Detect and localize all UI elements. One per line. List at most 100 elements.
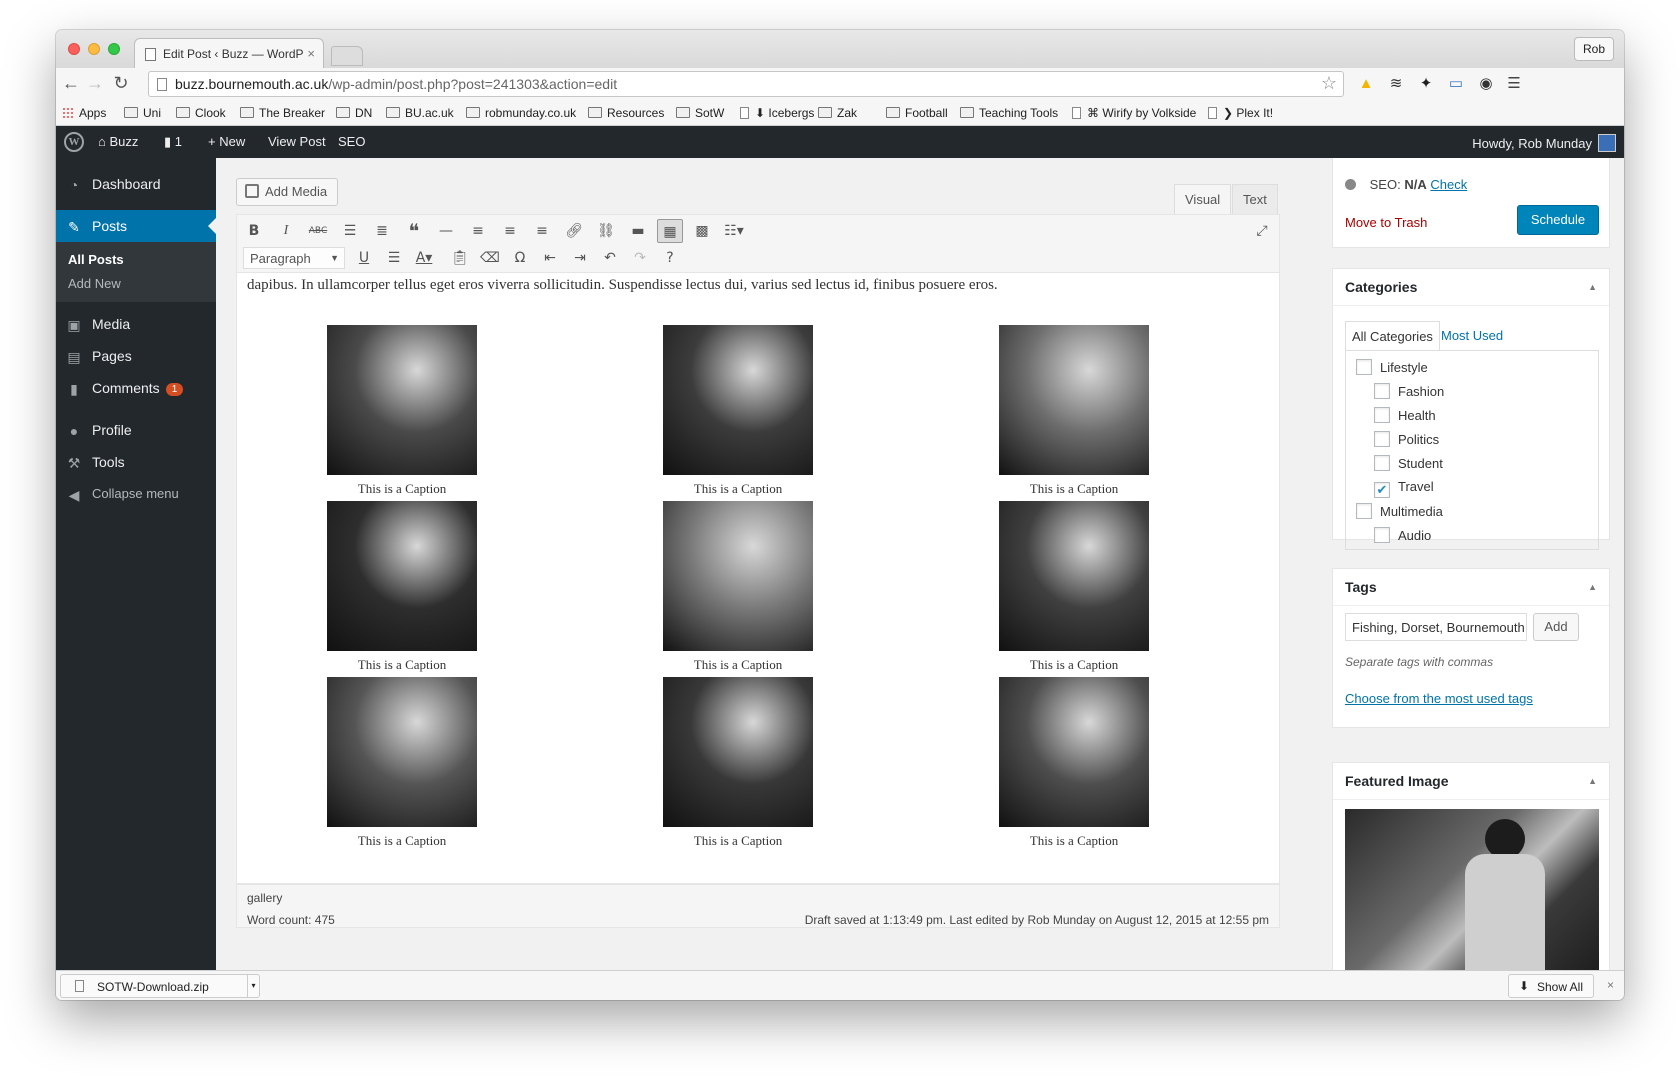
new-tab-button[interactable] <box>331 46 363 66</box>
strikethrough-icon[interactable]: ABC <box>305 219 331 243</box>
tags-header[interactable]: Tags ▲ <box>1333 569 1609 606</box>
bookmark-star-icon[interactable]: ☆ <box>1321 73 1337 94</box>
sidebar-item-posts[interactable]: ✎ Posts <box>56 210 216 242</box>
format-select[interactable]: Paragraph <box>243 247 345 269</box>
collapse-arrow-icon[interactable]: ▲ <box>1588 582 1597 592</box>
toolbar-toggle-icon[interactable]: ▦ <box>657 219 683 243</box>
image-icon[interactable]: ▩ <box>689 219 715 243</box>
gallery-image[interactable] <box>663 677 813 827</box>
category-row[interactable]: Fashion <box>1374 383 1444 399</box>
submenu-add-new[interactable]: Add New <box>68 276 121 291</box>
category-checkbox[interactable] <box>1356 503 1372 519</box>
plex-icon[interactable]: ✦ <box>1416 75 1436 93</box>
download-item[interactable]: SOTW-Download.zip ▾ <box>60 974 260 998</box>
element-path[interactable]: gallery <box>247 891 282 905</box>
category-checkbox[interactable] <box>1374 383 1390 399</box>
category-row[interactable]: Student <box>1374 455 1443 471</box>
gallery-item[interactable]: This is a Caption <box>663 677 813 849</box>
tab-most-used[interactable]: Most Used <box>1435 321 1509 351</box>
outdent-icon[interactable]: ⇤ <box>537 246 563 270</box>
gallery-item[interactable]: This is a Caption <box>999 325 1149 497</box>
close-shelf-icon[interactable]: × <box>1607 978 1614 992</box>
tab-all-categories[interactable]: All Categories <box>1345 321 1440 351</box>
zoom-window-button[interactable] <box>108 43 120 55</box>
justify-icon[interactable]: ☰ <box>381 246 407 270</box>
indent-icon[interactable]: ⇥ <box>567 246 593 270</box>
category-row[interactable]: Audio <box>1374 527 1431 543</box>
browser-tab[interactable]: Edit Post ‹ Buzz — WordP × <box>134 38 324 68</box>
close-window-button[interactable] <box>68 43 80 55</box>
back-icon[interactable]: ← <box>60 73 82 94</box>
category-checkbox[interactable] <box>1374 431 1390 447</box>
editor-content[interactable]: dapibus. In ullamcorper tellus eget eros… <box>236 272 1280 884</box>
gallery-image[interactable] <box>327 677 477 827</box>
category-row[interactable]: Lifestyle <box>1356 359 1428 375</box>
gallery-image[interactable] <box>327 501 477 651</box>
bookmark-item[interactable]: SotW <box>676 106 724 120</box>
gallery-image[interactable] <box>999 325 1149 475</box>
help-icon[interactable]: ? <box>657 246 683 270</box>
bookmark-item[interactable]: Football <box>886 106 948 120</box>
gallery-image[interactable] <box>663 325 813 475</box>
numbered-list-icon[interactable]: ≣ <box>369 219 395 243</box>
category-checkbox[interactable] <box>1374 527 1390 543</box>
menu-icon[interactable]: ☰ <box>1504 75 1524 93</box>
show-all-downloads-button[interactable]: ⬇ Show All <box>1507 974 1594 998</box>
bold-icon[interactable]: B <box>241 219 267 243</box>
gallery-item[interactable]: This is a Caption <box>663 501 813 673</box>
underline-icon[interactable]: U <box>351 246 377 270</box>
category-row[interactable]: Politics <box>1374 431 1439 447</box>
sidebar-item-media[interactable]: ▣ Media <box>56 308 216 340</box>
bookmark-item[interactable]: robmunday.co.uk <box>466 106 576 120</box>
align-left-icon[interactable]: ≡ <box>465 219 491 243</box>
submenu-all-posts[interactable]: All Posts <box>68 252 124 267</box>
gallery-item[interactable]: This is a Caption <box>327 677 477 849</box>
category-checkbox[interactable] <box>1356 359 1372 375</box>
horizontal-rule-icon[interactable]: — <box>433 219 459 243</box>
sidebar-item-profile[interactable]: ● Profile <box>56 414 216 446</box>
undo-icon[interactable]: ↶ <box>597 246 623 270</box>
sidebar-item-comments[interactable]: ▮ Comments 1 <box>56 372 216 404</box>
comments-link[interactable]: ▮ 1 <box>164 134 182 150</box>
collapse-arrow-icon[interactable]: ▲ <box>1588 776 1597 786</box>
wordpress-logo-icon[interactable]: W <box>64 132 84 152</box>
add-media-button[interactable]: Add Media <box>236 178 339 206</box>
fullscreen-icon[interactable]: ⤢ <box>1249 219 1275 243</box>
bookmark-item[interactable]: Clook <box>176 106 226 120</box>
category-row[interactable]: Multimedia <box>1356 503 1443 519</box>
redo-icon[interactable]: ↷ <box>627 246 653 270</box>
gallery-image[interactable] <box>327 325 477 475</box>
seo-link[interactable]: SEO <box>338 134 365 149</box>
sidebar-item-dashboard[interactable]: ◔ Dashboard <box>56 168 216 200</box>
close-tab-icon[interactable]: × <box>307 46 315 61</box>
clear-formatting-icon[interactable]: ⌫ <box>477 246 503 270</box>
italic-icon[interactable]: I <box>273 219 299 243</box>
tags-input[interactable]: Fishing, Dorset, Bournemouth <box>1345 613 1527 641</box>
reload-icon[interactable]: ↻ <box>110 73 132 94</box>
schedule-button[interactable]: Schedule <box>1517 205 1599 235</box>
move-to-trash-link[interactable]: Move to Trash <box>1345 215 1427 230</box>
category-checkbox[interactable] <box>1374 407 1390 423</box>
layout-dropdown-icon[interactable]: ☷▾ <box>721 219 747 243</box>
sidebar-collapse[interactable]: ◀ Collapse menu <box>56 478 216 510</box>
screenshot-icon[interactable]: ▭ <box>1446 75 1466 93</box>
chrome-ext-icon[interactable]: ◉ <box>1476 75 1496 93</box>
bullet-list-icon[interactable]: ☰ <box>337 219 363 243</box>
align-center-icon[interactable]: ≡ <box>497 219 523 243</box>
gallery-item[interactable]: This is a Caption <box>327 501 477 673</box>
tab-visual[interactable]: Visual <box>1174 184 1232 214</box>
category-row[interactable]: Health <box>1374 407 1436 423</box>
download-menu-icon[interactable]: ▾ <box>247 975 259 997</box>
choose-tags-link[interactable]: Choose from the most used tags <box>1345 691 1533 706</box>
new-link[interactable]: + New <box>208 134 245 149</box>
gallery-item[interactable]: This is a Caption <box>999 677 1149 849</box>
site-link[interactable]: ⌂ Buzz <box>98 134 138 149</box>
link-icon[interactable]: 🔗︎ <box>561 219 587 243</box>
category-row[interactable]: ✔ Travel <box>1374 479 1434 498</box>
bookmark-item[interactable]: BU.ac.uk <box>386 106 454 120</box>
seo-check-link[interactable]: Check <box>1430 177 1467 192</box>
category-checkbox[interactable] <box>1374 455 1390 471</box>
featured-image[interactable] <box>1345 809 1599 970</box>
bookmark-item[interactable]: The Breaker <box>240 106 325 120</box>
bookmark-item[interactable]: DN <box>336 106 372 120</box>
